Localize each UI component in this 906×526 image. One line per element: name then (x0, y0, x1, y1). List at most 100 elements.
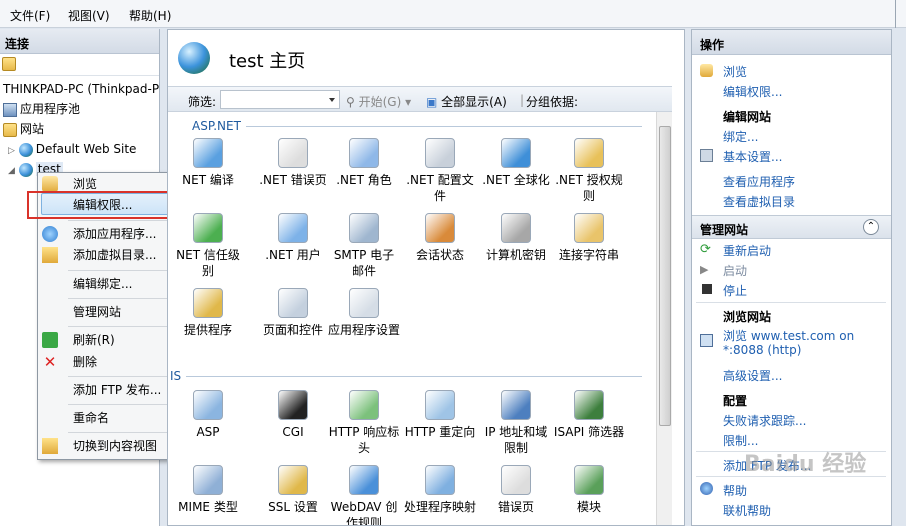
feature-label: 会话状态 (415, 248, 464, 262)
feature-label: 提供程序 (183, 323, 232, 337)
ctx-switch-content-view[interactable]: 切换到内容视图 (73, 436, 157, 456)
ssl-icon (278, 465, 308, 495)
feature-item[interactable]: MIME 类型 (172, 465, 244, 515)
action-browse-url[interactable]: 浏览 www.test.com on (723, 327, 854, 344)
feature-item[interactable]: 计算机密钥 (480, 213, 552, 263)
help-icon (700, 482, 713, 495)
feature-item[interactable]: CGI (257, 390, 329, 440)
feature-item[interactable]: .NET 角色 (328, 138, 400, 188)
feature-item[interactable]: .NET 用户 (257, 213, 329, 263)
section-aspnet-title: ASP.NET (192, 119, 241, 133)
tree-sites[interactable]: 网站 (3, 120, 44, 138)
menu-view[interactable]: 视图(V) (68, 7, 110, 24)
authorization-icon (574, 138, 604, 168)
feature-item[interactable]: 应用程序设置 (328, 288, 400, 338)
feature-item[interactable]: IP 地址和域限制 (480, 390, 552, 456)
menu-help[interactable]: 帮助(H) (129, 7, 171, 24)
feature-item[interactable]: .NET 错误页 (257, 138, 329, 188)
tree-server[interactable]: THINKPAD-PC (Thinkpad-P (3, 80, 159, 98)
ctx-add-ftp[interactable]: 添加 FTP 发布... (73, 380, 161, 400)
compile-icon (193, 138, 223, 168)
feature-item[interactable]: .NET 全球化 (480, 138, 552, 188)
modules-icon (574, 465, 604, 495)
feature-label: .NET 授权规则 (555, 173, 623, 203)
feature-item[interactable]: 模块 (553, 465, 625, 515)
start-button[interactable]: ⚲ 开始(G) ▾ (346, 93, 411, 110)
feature-item[interactable]: 页面和控件 (257, 288, 329, 338)
action-browse[interactable]: 浏览 (723, 63, 747, 80)
expand-arrow-icon[interactable]: ▷ (8, 146, 15, 156)
action-restart[interactable]: 重新启动 (723, 242, 771, 259)
section-divider (246, 126, 642, 127)
watermark: Baidu 经验 (744, 452, 867, 477)
tree-default-site[interactable]: ▷ Default Web Site (8, 140, 136, 158)
browse-site-heading: 浏览网站 (723, 310, 772, 324)
show-all-icon: ▣ (426, 95, 438, 109)
globe-icon (18, 142, 33, 157)
feature-item[interactable]: ISAPI 筛选器 (553, 390, 625, 440)
handler-icon (425, 465, 455, 495)
ctx-rename[interactable]: 重命名 (73, 408, 109, 428)
feature-item[interactable]: .NET 授权规则 (553, 138, 625, 204)
feature-item[interactable]: 会话状态 (404, 213, 476, 263)
feature-label: .NET 用户 (265, 248, 321, 262)
action-stop[interactable]: 停止 (723, 282, 747, 299)
globe-icon (18, 162, 33, 177)
feature-label: 计算机密钥 (485, 248, 546, 262)
action-basic-settings[interactable]: 基本设置... (723, 148, 782, 165)
action-view-vdirs[interactable]: 查看虚拟目录 (723, 193, 795, 210)
feature-label: 处理程序映射 (404, 500, 477, 514)
action-browse-port[interactable]: *:8088 (http) (723, 343, 801, 357)
ctx-add-virtual-dir[interactable]: 添加虚拟目录... (73, 245, 156, 265)
trust-icon (193, 213, 223, 243)
vertical-scrollbar[interactable] (656, 112, 672, 525)
tree-app-pools[interactable]: 应用程序池 (3, 100, 80, 118)
action-online-help[interactable]: 联机帮助 (723, 502, 771, 519)
feature-label: CGI (282, 425, 304, 439)
section-divider (186, 376, 642, 377)
ctx-edit-bindings[interactable]: 编辑绑定... (73, 274, 132, 294)
feature-label: 应用程序设置 (328, 323, 401, 337)
feature-item[interactable]: SMTP 电子邮件 (328, 213, 400, 279)
action-start[interactable]: 启动 (723, 262, 747, 279)
providers-icon (193, 288, 223, 318)
ctx-add-application[interactable]: 添加应用程序... (73, 224, 156, 244)
feature-item[interactable]: NET 信任级别 (172, 213, 244, 279)
collapse-icon[interactable]: ⌃ (863, 219, 879, 235)
feature-item[interactable]: SSL 设置 (257, 465, 329, 515)
roles-icon (349, 138, 379, 168)
feature-item[interactable]: WebDAV 创作规则 (328, 465, 400, 525)
ctx-refresh[interactable]: 刷新(R) (73, 330, 115, 350)
feature-item[interactable]: HTTP 重定向 (404, 390, 476, 440)
ctx-manage-site[interactable]: 管理网站 (73, 302, 121, 322)
http-headers-icon (349, 390, 379, 420)
action-bindings[interactable]: 绑定... (723, 128, 758, 145)
window-divider (895, 0, 896, 28)
feature-label: .NET 配置文件 (406, 173, 474, 203)
feature-item[interactable]: 错误页 (480, 465, 552, 515)
feature-item[interactable]: 连接字符串 (553, 213, 625, 263)
action-help[interactable]: 帮助 (723, 482, 747, 499)
connect-icon[interactable] (2, 57, 16, 71)
scrollbar-thumb[interactable] (659, 126, 671, 426)
ctx-delete[interactable]: 删除 (73, 352, 97, 372)
filter-input[interactable] (220, 90, 340, 109)
filter-label: 筛选: (188, 95, 217, 109)
action-failed-request[interactable]: 失败请求跟踪... (723, 412, 806, 429)
machine-key-icon (501, 213, 531, 243)
show-all-button[interactable]: ▣ 全部显示(A) (426, 93, 507, 110)
action-view-apps[interactable]: 查看应用程序 (723, 173, 795, 190)
feature-label: IP 地址和域限制 (484, 425, 548, 455)
feature-item[interactable]: .NET 配置文件 (404, 138, 476, 204)
feature-item[interactable]: NET 编译 (172, 138, 244, 188)
feature-item[interactable]: HTTP 响应标头 (328, 390, 400, 456)
action-edit-permissions[interactable]: 编辑权限... (723, 83, 782, 100)
feature-item[interactable]: ASP (172, 390, 244, 440)
feature-item[interactable]: 处理程序映射 (404, 465, 476, 515)
feature-item[interactable]: 提供程序 (172, 288, 244, 338)
pages-controls-icon (278, 288, 308, 318)
menu-file[interactable]: 文件(F) (10, 7, 50, 24)
action-advanced-settings[interactable]: 高级设置... (723, 367, 782, 384)
collapse-arrow-icon[interactable]: ◢ (8, 166, 15, 176)
asp-icon (193, 390, 223, 420)
